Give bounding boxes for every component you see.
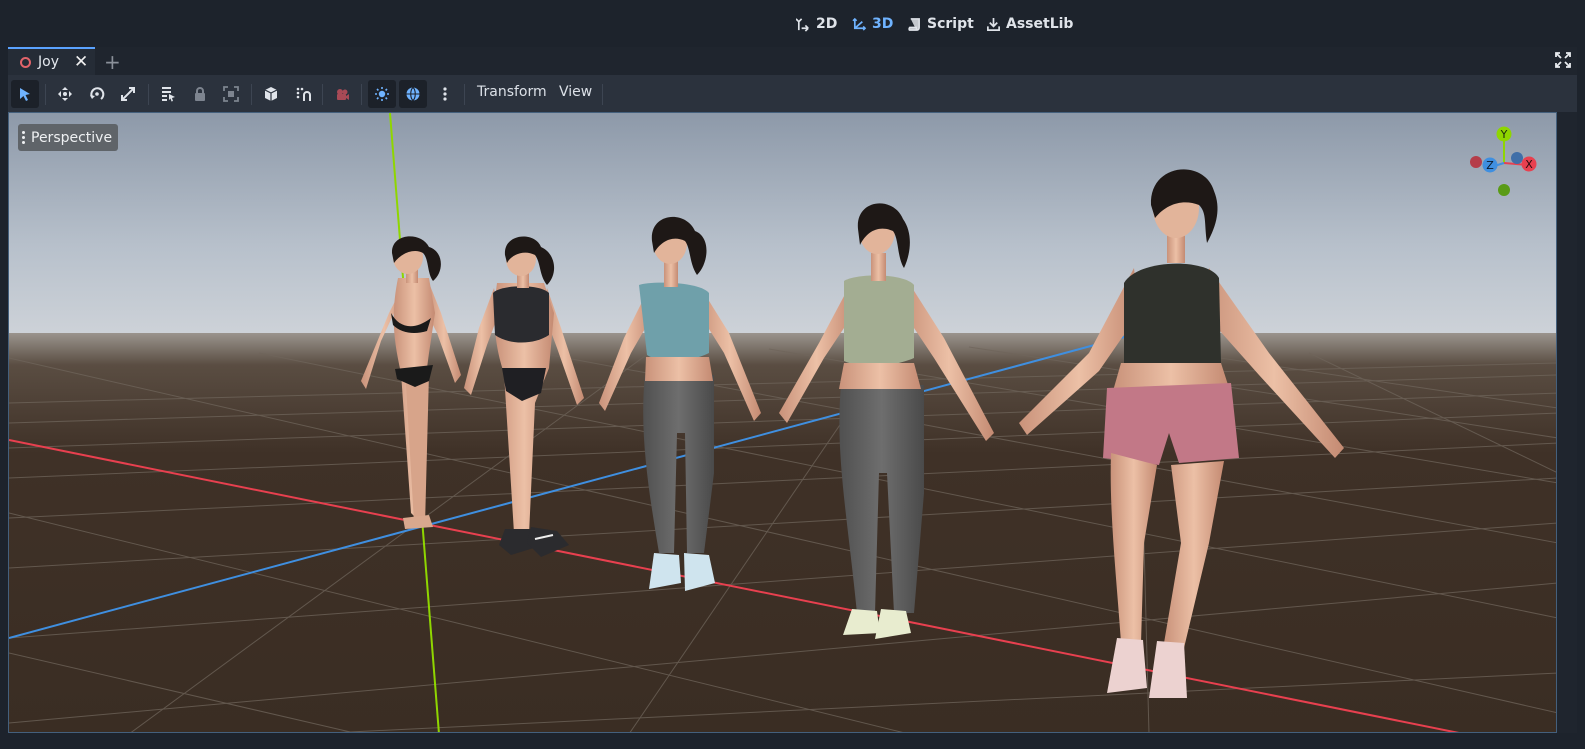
add-tab-button[interactable]: + bbox=[104, 50, 121, 74]
use-local-space-button[interactable] bbox=[257, 80, 285, 108]
viewport-toolbar: Transform View bbox=[8, 75, 1577, 112]
script-icon bbox=[908, 17, 920, 31]
list-select-icon bbox=[162, 87, 175, 102]
group-button[interactable] bbox=[217, 80, 245, 108]
scene-tab-strip: Joy ✕ + bbox=[8, 47, 1577, 75]
svg-text:Z: Z bbox=[1486, 159, 1494, 172]
scale-mode-button[interactable] bbox=[114, 80, 142, 108]
perspective-label: Perspective bbox=[31, 129, 113, 146]
camera-icon bbox=[337, 89, 349, 100]
scale-icon bbox=[121, 87, 135, 101]
kebab-menu-icon bbox=[443, 87, 447, 101]
workspace-assetlib-button[interactable]: AssetLib bbox=[986, 13, 1073, 35]
workspace-bar: 2D 3D Script AssetLib bbox=[0, 0, 1585, 47]
rotate-icon bbox=[90, 87, 105, 100]
scene-tab-joy[interactable]: Joy ✕ bbox=[8, 47, 95, 75]
more-options-button[interactable] bbox=[431, 80, 459, 108]
right-gutter bbox=[1557, 112, 1577, 733]
lock-button[interactable] bbox=[186, 80, 214, 108]
workspace-script-button[interactable]: Script bbox=[907, 13, 974, 35]
gizmo-neg-x-handle[interactable] bbox=[1470, 156, 1482, 168]
rotate-mode-button[interactable] bbox=[83, 80, 111, 108]
snap-icon bbox=[296, 87, 311, 101]
workspace-script-label: Script bbox=[927, 16, 974, 32]
select-arrow-icon bbox=[20, 88, 30, 101]
workspace-assetlib-label: AssetLib bbox=[1006, 16, 1074, 32]
lock-icon bbox=[195, 87, 205, 101]
svg-text:Y: Y bbox=[1500, 128, 1508, 141]
use-snap-button[interactable] bbox=[289, 80, 317, 108]
bottom-gutter bbox=[0, 733, 1585, 749]
workspace-3d-label: 3D bbox=[872, 16, 894, 32]
camera-override-button[interactable] bbox=[328, 80, 356, 108]
perspective-menu-button[interactable]: Perspective bbox=[18, 124, 119, 151]
svg-text:X: X bbox=[1525, 158, 1533, 171]
kebab-menu-icon bbox=[22, 131, 25, 144]
transform-menu[interactable]: Transform bbox=[477, 84, 547, 100]
move-mode-button[interactable] bbox=[51, 80, 79, 108]
3d-icon bbox=[852, 17, 867, 31]
gizmo-neg-z-handle[interactable] bbox=[1511, 152, 1523, 164]
cube-icon bbox=[264, 87, 278, 101]
toggle-environment-button[interactable] bbox=[399, 80, 427, 108]
scene-tab-label: Joy bbox=[38, 54, 59, 70]
workspace-2d-button[interactable]: 2D bbox=[796, 13, 837, 35]
view-menu[interactable]: View bbox=[559, 84, 592, 100]
globe-icon bbox=[406, 87, 420, 102]
assetlib-icon bbox=[987, 17, 1000, 31]
scene-ring-icon bbox=[20, 56, 31, 68]
close-icon[interactable]: ✕ bbox=[74, 53, 88, 71]
list-select-button[interactable] bbox=[154, 80, 182, 108]
workspace-3d-button[interactable]: 3D bbox=[852, 13, 893, 35]
workspace-2d-label: 2D bbox=[816, 16, 838, 32]
view-gizmo[interactable]: Y X Z bbox=[1464, 123, 1544, 203]
scene-render[interactable] bbox=[9, 113, 1557, 733]
sun-icon bbox=[375, 87, 389, 101]
select-mode-button[interactable] bbox=[11, 80, 39, 108]
gizmo-neg-y-handle[interactable] bbox=[1498, 184, 1510, 196]
move-icon bbox=[58, 87, 72, 101]
group-icon bbox=[223, 86, 239, 102]
3d-viewport[interactable]: Perspective Y X Z bbox=[8, 112, 1557, 733]
toggle-sun-button[interactable] bbox=[368, 80, 396, 108]
2d-icon bbox=[796, 17, 809, 32]
distraction-free-icon[interactable] bbox=[1555, 52, 1571, 68]
